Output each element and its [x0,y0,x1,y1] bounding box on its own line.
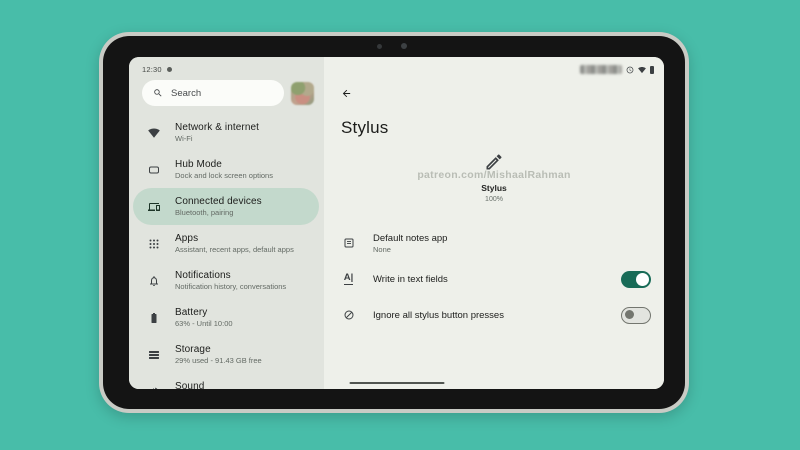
sidebar-item-network-internet[interactable]: Network & internet Wi-Fi [133,114,319,151]
page-title: Stylus [341,118,664,138]
sidebar-item-label: Apps [175,233,294,244]
row-label: Ignore all stylus button presses [373,310,504,321]
sidebar-item-label: Network & internet [175,122,259,133]
alarm-icon [626,66,634,74]
sidebar-item-sublabel: Assistant, recent apps, default apps [175,245,294,254]
tablet-screen: 12:30 Search [129,57,664,389]
sidebar-item-notifications[interactable]: Notifications Notification history, conv… [133,262,319,299]
sidebar-item-label: Storage [175,344,262,355]
sidebar-item-connected-devices[interactable]: Connected devices Bluetooth, pairing [133,188,319,225]
tablet-bezel: 12:30 Search [103,36,685,409]
sidebar-item-label: Sound [175,381,253,389]
sidebar-item-sublabel: 29% used - 91.43 GB free [175,356,262,365]
sidebar-item-sublabel: Wi-Fi [175,134,259,143]
profile-avatar[interactable] [291,82,314,105]
sound-icon [133,386,175,390]
notes-app-icon [341,237,356,249]
sidebar-item-sublabel: 63% - Until 10:00 [175,319,233,328]
front-camera-dot [377,44,382,49]
row-value: None [373,245,447,254]
sidebar-item-label: Connected devices [175,196,262,207]
block-icon [341,309,356,321]
write-in-text-fields-toggle[interactable] [621,271,651,288]
search-row: Search [142,80,314,106]
battery-status-icon [650,66,655,74]
ignore-stylus-button-toggle[interactable] [621,307,651,324]
text-cursor-icon: A| [341,273,356,285]
back-button[interactable] [338,85,354,101]
hub-mode-icon [133,164,175,176]
stylus-settings-panel: Stylus patreon.com/MishaalRahman Stylus … [324,57,664,389]
settings-sidebar: 12:30 Search [129,57,324,389]
sidebar-item-sound[interactable]: Sound Volume, Do Not Disturb [133,373,319,389]
sidebar-item-label: Battery [175,307,233,318]
sidebar-item-sublabel: Bluetooth, pairing [175,208,262,217]
wifi-icon [133,127,175,139]
default-notes-app-row[interactable]: Default notes app None [324,225,664,261]
storage-icon [133,349,175,361]
tablet-device: 12:30 Search [99,32,689,413]
row-label: Write in text fields [373,274,448,285]
sidebar-item-sublabel: Dock and lock screen options [175,171,273,180]
sidebar-item-apps[interactable]: Apps Assistant, recent apps, default app… [133,225,319,262]
search-placeholder: Search [171,88,201,99]
sidebar-item-label: Notifications [175,270,286,281]
page-background: 12:30 Search [0,0,800,450]
sidebar-item-sublabel: Notification history, conversations [175,282,286,291]
write-in-text-fields-row[interactable]: A| Write in text fields [324,261,664,297]
stylus-device-status: patreon.com/MishaalRahman Stylus 100% [324,152,664,203]
status-time: 12:30 [142,65,162,74]
ignore-stylus-button-row[interactable]: Ignore all stylus button presses [324,297,664,333]
watermark-text: patreon.com/MishaalRahman [324,169,664,181]
notification-dot-icon [167,67,172,72]
status-bar-right [324,57,664,75]
devices-icon [133,201,175,213]
wifi-status-icon [638,66,646,74]
gesture-navigation-bar[interactable] [349,382,444,385]
stylus-battery-level: 100% [485,196,503,203]
stylus-options-list: Default notes app None A| Write in text … [324,225,664,333]
redacted-owner-name [580,65,622,74]
row-label: Default notes app [373,233,447,244]
search-input[interactable]: Search [142,80,284,106]
sidebar-item-storage[interactable]: Storage 29% used - 91.43 GB free [133,336,319,373]
apps-grid-icon [133,238,175,250]
battery-icon [133,312,175,324]
status-bar-left: 12:30 [129,57,324,75]
arrow-back-icon [341,88,352,99]
sidebar-item-hub-mode[interactable]: Hub Mode Dock and lock screen options [133,151,319,188]
sidebar-item-battery[interactable]: Battery 63% - Until 10:00 [133,299,319,336]
sidebar-nav: Network & internet Wi-Fi Hub Mode Dock a… [129,112,324,389]
sidebar-item-label: Hub Mode [175,159,273,170]
search-icon [153,88,163,98]
bell-icon [133,275,175,287]
front-camera [401,43,407,49]
stylus-device-name: Stylus [481,183,507,193]
